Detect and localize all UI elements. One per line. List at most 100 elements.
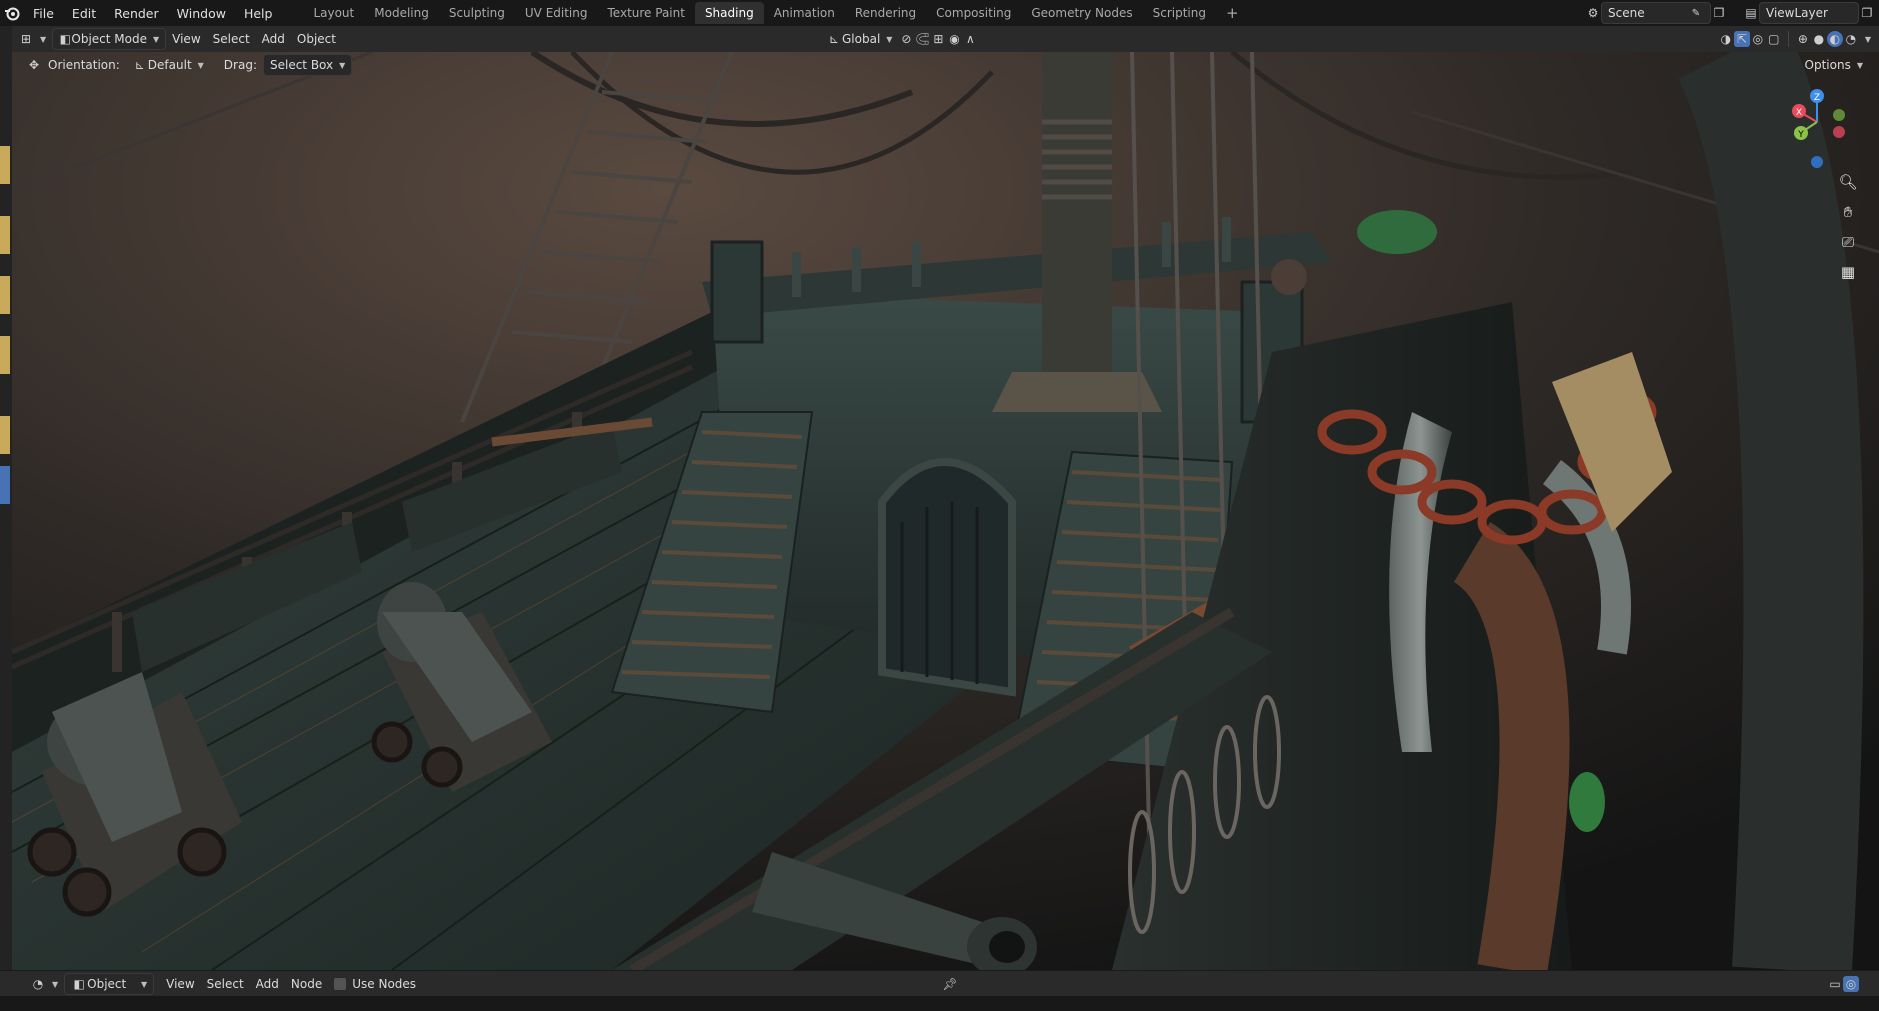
chevron-down-icon[interactable]: ▼: [1865, 35, 1871, 44]
tab-rendering[interactable]: Rendering: [845, 2, 926, 24]
menu-view[interactable]: View: [166, 29, 206, 49]
node-menu-add[interactable]: Add: [250, 974, 285, 994]
chevron-down-icon: ▼: [141, 979, 148, 989]
3d-viewport[interactable]: Z X Y 🔍︎ ✋︎ ⎚ ▦: [12, 52, 1879, 970]
tab-sculpting[interactable]: Sculpting: [439, 2, 515, 24]
orientation-dropdown[interactable]: ⊾ Default ▼: [126, 55, 218, 75]
drag-dropdown[interactable]: Select Box ▼: [262, 54, 353, 76]
new-view-layer-icon[interactable]: ❐: [1859, 5, 1875, 21]
shader-type-dropdown[interactable]: ◧ Object ▼: [64, 973, 155, 995]
menu-add[interactable]: Add: [256, 29, 291, 49]
node-menu-view[interactable]: View: [160, 974, 200, 994]
editor-type-button[interactable]: ⊞ ▼: [12, 29, 52, 49]
editor-type-icon: ⊞: [20, 32, 32, 46]
visibility-icon[interactable]: ◑: [1718, 31, 1734, 47]
blender-logo-icon[interactable]: [4, 5, 20, 21]
chevron-down-icon: ▼: [153, 34, 160, 44]
menu-select[interactable]: Select: [207, 29, 256, 49]
tab-animation[interactable]: Animation: [764, 2, 845, 24]
strip-marker: [0, 416, 10, 454]
new-scene-icon[interactable]: ❐: [1711, 5, 1727, 21]
xray-icon[interactable]: ▢: [1766, 31, 1782, 47]
rendered-shading-icon[interactable]: ◔: [1843, 31, 1859, 47]
menu-help[interactable]: Help: [235, 6, 282, 21]
options-dropdown[interactable]: Options ▼: [1799, 55, 1869, 75]
transform-orientation-value: Global: [842, 32, 881, 46]
strip-marker: [0, 216, 10, 254]
view-layer-name: ViewLayer: [1766, 6, 1828, 20]
chevron-down-icon: ▼: [197, 60, 204, 70]
tab-uv-editing[interactable]: UV Editing: [515, 2, 598, 24]
view-layer-icon[interactable]: ▤: [1743, 5, 1759, 21]
pin-icon[interactable]: 📌︎: [942, 976, 958, 992]
pivot-point-icon[interactable]: ⊘: [898, 31, 914, 47]
pin-icon[interactable]: ✎: [1688, 5, 1704, 21]
drag-label: Drag:: [223, 58, 257, 72]
menu-window[interactable]: Window: [168, 6, 235, 21]
orientation-label: Orientation:: [48, 58, 120, 72]
grid-view-icon[interactable]: ▦: [1836, 260, 1860, 284]
gizmo-toggle-icon[interactable]: ⇱: [1733, 31, 1750, 47]
tab-compositing[interactable]: Compositing: [926, 2, 1021, 24]
shader-type-value: Object: [87, 977, 127, 991]
pan-hand-icon[interactable]: ✋︎: [1836, 200, 1860, 224]
gizmo-y-label: Y: [1797, 130, 1804, 140]
scene-icon[interactable]: ⚙: [1585, 5, 1601, 21]
object-mode-icon: ◧: [59, 32, 71, 46]
separator: [1787, 31, 1789, 47]
material-preview-shading-icon[interactable]: ◐: [1826, 31, 1843, 47]
snap-target-icon[interactable]: ⊞: [930, 31, 946, 47]
tab-geometry-nodes[interactable]: Geometry Nodes: [1021, 2, 1142, 24]
menu-render[interactable]: Render: [105, 6, 168, 21]
tab-shading[interactable]: Shading: [694, 2, 764, 24]
menu-object[interactable]: Object: [291, 29, 342, 49]
camera-icon[interactable]: ⎚: [1836, 230, 1860, 254]
left-side-strip: [0, 26, 12, 970]
strip-marker: [0, 276, 10, 314]
options-label: Options: [1804, 58, 1851, 72]
chevron-down-icon: ▼: [40, 34, 47, 44]
mode-selector[interactable]: ◧ Object Mode ▼: [52, 28, 167, 50]
overlay-icon[interactable]: ◎: [1750, 31, 1766, 47]
add-workspace-button[interactable]: +: [1216, 2, 1249, 24]
use-nodes-label: Use Nodes: [352, 977, 417, 991]
move-tool-icon[interactable]: ✥: [26, 57, 42, 73]
strip-marker: [0, 336, 10, 374]
falloff-icon[interactable]: ∧: [962, 31, 978, 47]
snap-icon[interactable]: 🧲︎: [914, 31, 930, 47]
chevron-down-icon: ▼: [339, 60, 346, 70]
axes-icon: ⊾: [828, 32, 840, 46]
status-bar: [0, 996, 1879, 1011]
chevron-down-icon: ▼: [1856, 60, 1863, 70]
node-menu-select[interactable]: Select: [201, 974, 250, 994]
use-nodes-checkbox[interactable]: [334, 978, 347, 990]
tool-settings-header: ✥ Orientation: ⊾ Default ▼ Drag: Select …: [12, 52, 1879, 78]
proportional-edit-icon[interactable]: ◉: [946, 31, 962, 47]
strip-marker: [0, 146, 10, 184]
scene-selector[interactable]: Scene ✎: [1601, 2, 1711, 24]
transform-orientation-dropdown[interactable]: ⊾ Global ▼: [820, 29, 898, 49]
ship-deck-render: [12, 52, 1879, 970]
zoom-icon[interactable]: 🔍︎: [1836, 170, 1860, 194]
menu-file[interactable]: File: [24, 6, 63, 21]
tab-scripting[interactable]: Scripting: [1143, 2, 1216, 24]
editor-type-button[interactable]: ◔ ▼: [24, 974, 64, 994]
tab-texture-paint[interactable]: Texture Paint: [598, 2, 695, 24]
tab-layout[interactable]: Layout: [303, 2, 364, 24]
tab-modeling[interactable]: Modeling: [364, 2, 439, 24]
view-layer-selector[interactable]: ViewLayer: [1759, 2, 1859, 24]
backdrop-icon[interactable]: ▭: [1827, 976, 1843, 992]
chevron-down-icon: ▼: [886, 34, 893, 44]
chevron-down-icon: ▼: [52, 979, 59, 989]
node-menu-node[interactable]: Node: [285, 974, 328, 994]
scene-name: Scene: [1608, 6, 1645, 20]
menu-edit[interactable]: Edit: [63, 6, 105, 21]
drag-value: Select Box: [269, 58, 334, 72]
wireframe-shading-icon[interactable]: ⊕: [1795, 31, 1811, 47]
viewport-header: ⊞ ▼ ◧ Object Mode ▼ View Select Add Objec…: [12, 26, 1879, 52]
orientation-value: Default: [147, 58, 192, 72]
mode-label: Object Mode: [71, 32, 147, 46]
use-nodes-toggle[interactable]: Use Nodes: [328, 974, 422, 994]
overlay-toggle-icon[interactable]: ◎: [1843, 976, 1859, 992]
solid-shading-icon[interactable]: ●: [1811, 31, 1827, 47]
